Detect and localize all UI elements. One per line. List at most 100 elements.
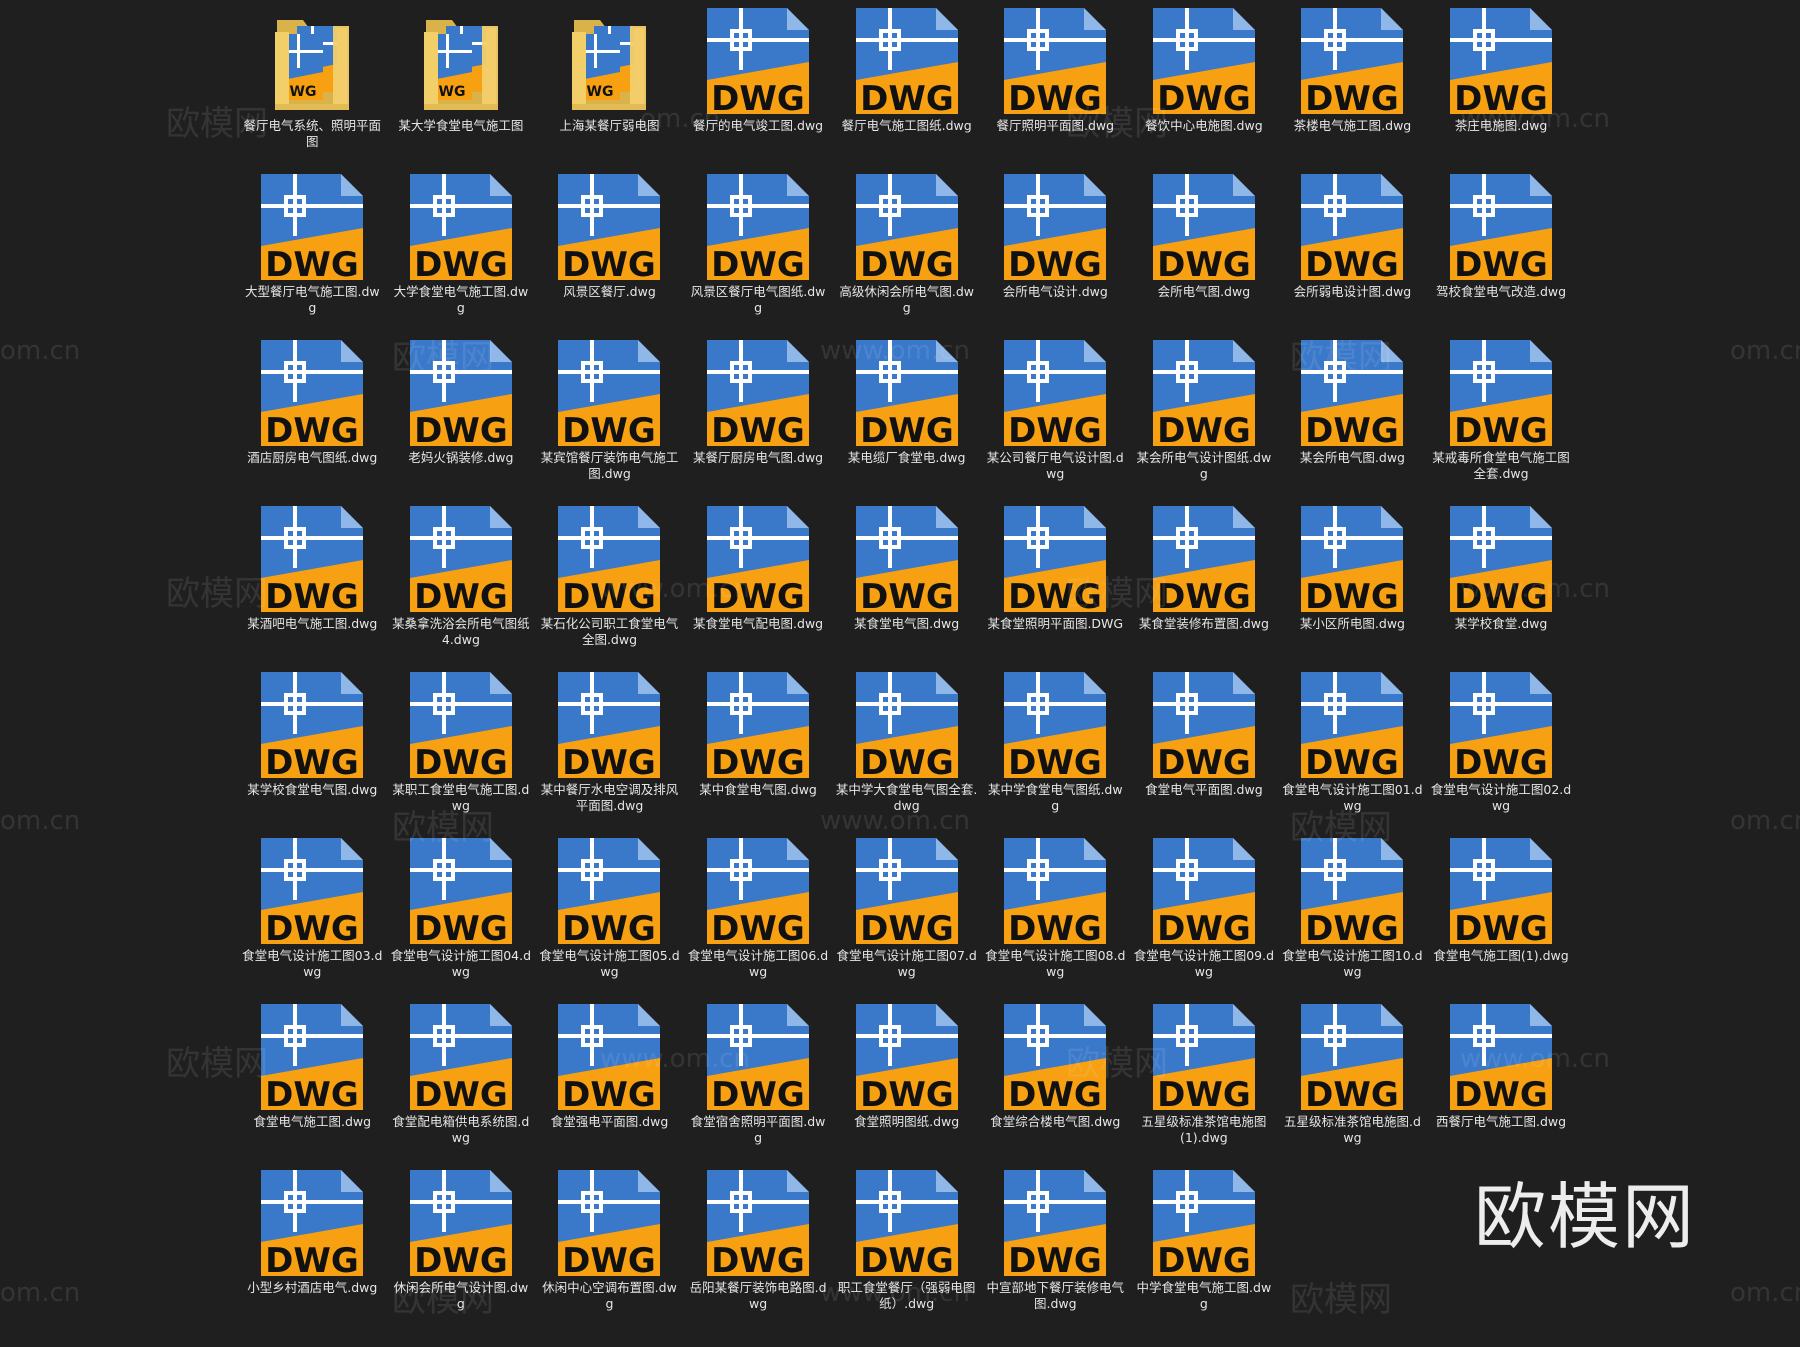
dwg-file-item[interactable]: DWG 某酒吧电气施工图.dwg [238,504,387,670]
dwg-file-item[interactable]: DWG 酒店厨房电气图纸.dwg [238,338,387,504]
file-name-label: 某食堂电气配电图.dwg [693,616,824,631]
dwg-file-item[interactable]: DWG 餐饮中心电施图.dwg [1130,6,1279,172]
dwg-file-item[interactable]: DWG 风景区餐厅电气图纸.dwg [684,172,833,338]
file-name-label: 小型乡村酒店电气.dwg [247,1280,378,1295]
svg-text:DWG: DWG [414,577,508,614]
dwg-file-item[interactable]: DWG 餐厅电气施工图纸.dwg [832,6,981,172]
dwg-file-item[interactable]: DWG 老妈火锅装修.dwg [387,338,536,504]
dwg-file-item[interactable]: DWG 餐厅照明平面图.dwg [981,6,1130,172]
dwg-file-item[interactable]: DWG 某学校食堂.dwg [1427,504,1576,670]
dwg-file-item[interactable]: DWG 五星级标准茶馆电施图(1).dwg [1130,1002,1279,1168]
dwg-file-item[interactable]: DWG 食堂电气施工图.dwg [238,1002,387,1168]
dwg-file-item[interactable]: DWG 某会所电气图.dwg [1278,338,1427,504]
dwg-file-item[interactable]: DWG 餐厅的电气竣工图.dwg [684,6,833,172]
dwg-file-item[interactable]: DWG 休闲会所电气设计图.dwg [387,1168,536,1334]
dwg-file-item[interactable]: DWG 食堂照明图纸.dwg [832,1002,981,1168]
dwg-file-icon: DWG [1297,172,1407,282]
watermark-url: om.cn [1730,806,1800,836]
dwg-file-icon: DWG [1149,670,1259,780]
dwg-file-item[interactable]: DWG 某餐厅厨房电气图.dwg [684,338,833,504]
dwg-file-item[interactable]: DWG 某戒毒所食堂电气施工图全套.dwg [1427,338,1576,504]
dwg-file-item[interactable]: DWG 食堂强电平面图.dwg [535,1002,684,1168]
file-name-label: 食堂综合楼电气图.dwg [990,1114,1121,1129]
dwg-file-item[interactable]: DWG 中宣部地下餐厅装修电气图.dwg [981,1168,1130,1334]
dwg-file-icon: DWG [406,338,516,448]
dwg-file-icon: DWG [1446,670,1556,780]
dwg-file-item[interactable]: DWG 某中餐厅水电空调及排风平面图.dwg [535,670,684,836]
dwg-file-item[interactable]: DWG 某中学食堂电气图纸.dwg [981,670,1130,836]
dwg-file-item[interactable]: DWG 西餐厅电气施工图.dwg [1427,1002,1576,1168]
dwg-file-item[interactable]: DWG 休闲中心空调布置图.dwg [535,1168,684,1334]
svg-text:DWG: DWG [563,909,657,946]
dwg-file-item[interactable]: DWG 食堂配电箱供电系统图.dwg [387,1002,536,1168]
dwg-file-item[interactable]: DWG 某会所电气设计图纸.dwg [1130,338,1279,504]
folder-item[interactable]: WG 上海某餐厅弱电图 [535,6,684,172]
dwg-file-item[interactable]: DWG 驾校食堂电气改造.dwg [1427,172,1576,338]
dwg-file-item[interactable]: DWG 某食堂照明平面图.DWG [981,504,1130,670]
dwg-file-item[interactable]: DWG 中学食堂电气施工图.dwg [1130,1168,1279,1334]
svg-text:DWG: DWG [860,909,954,946]
dwg-file-item[interactable]: DWG 食堂电气设计施工图08.dwg [981,836,1130,1002]
dwg-file-item[interactable]: DWG 食堂电气平面图.dwg [1130,670,1279,836]
dwg-file-item[interactable]: DWG 某电缆厂食堂电.dwg [832,338,981,504]
dwg-file-item[interactable]: DWG 某学校食堂电气图.dwg [238,670,387,836]
dwg-file-item[interactable]: DWG 会所电气设计.dwg [981,172,1130,338]
file-name-label: 风景区餐厅.dwg [563,284,656,299]
dwg-file-item[interactable]: DWG 某公司餐厅电气设计图.dwg [981,338,1130,504]
dwg-file-item[interactable]: DWG 某小区所电图.dwg [1278,504,1427,670]
dwg-file-item[interactable]: DWG 某桑拿洗浴会所电气图纸4.dwg [387,504,536,670]
dwg-file-item[interactable]: DWG 大学食堂电气施工图.dwg [387,172,536,338]
dwg-file-item[interactable]: DWG 食堂电气设计施工图04.dwg [387,836,536,1002]
file-name-label: 大学食堂电气施工图.dwg [393,284,529,315]
dwg-file-item[interactable]: DWG 某宾馆餐厅装饰电气施工图.dwg [535,338,684,504]
dwg-file-item[interactable]: DWG 高级休闲会所电气图.dwg [832,172,981,338]
dwg-file-item[interactable]: DWG 某中食堂电气图.dwg [684,670,833,836]
dwg-file-item[interactable]: DWG 茶楼电气施工图.dwg [1278,6,1427,172]
dwg-file-item[interactable]: DWG 岳阳某餐厅装饰电路图.dwg [684,1168,833,1334]
svg-text:DWG: DWG [414,411,508,448]
dwg-file-item[interactable]: DWG 食堂宿舍照明平面图.dwg [684,1002,833,1168]
dwg-file-item[interactable]: DWG 茶庄电施图.dwg [1427,6,1576,172]
dwg-file-item[interactable]: DWG 小型乡村酒店电气.dwg [238,1168,387,1334]
dwg-file-icon: DWG [1149,338,1259,448]
dwg-file-item[interactable]: DWG 某食堂电气图.dwg [832,504,981,670]
file-name-label: 会所电气图.dwg [1157,284,1251,299]
svg-text:DWG: DWG [711,1241,805,1278]
svg-text:DWG: DWG [711,1075,805,1112]
file-name-label: 某中学食堂电气图纸.dwg [987,782,1123,813]
dwg-file-icon: DWG [1149,1002,1259,1112]
dwg-file-item[interactable]: DWG 职工食堂餐厅（强弱电图纸）.dwg [832,1168,981,1334]
svg-text:WG: WG [290,84,317,100]
dwg-file-item[interactable]: DWG 某石化公司职工食堂电气全图.dwg [535,504,684,670]
file-name-label: 食堂电气设计施工图04.dwg [390,948,532,979]
dwg-file-item[interactable]: DWG 食堂电气设计施工图03.dwg [238,836,387,1002]
dwg-file-item[interactable]: DWG 某中学大食堂电气图全套.dwg [832,670,981,836]
svg-text:DWG: DWG [265,1241,359,1278]
dwg-file-item[interactable]: DWG 五星级标准茶馆电施图.dwg [1278,1002,1427,1168]
dwg-file-icon: DWG [703,6,813,116]
dwg-file-item[interactable]: DWG 会所弱电设计图.dwg [1278,172,1427,338]
file-name-label: 休闲中心空调布置图.dwg [542,1280,677,1311]
dwg-file-item[interactable]: DWG 食堂电气设计施工图01.dwg [1278,670,1427,836]
dwg-file-item[interactable]: DWG 大型餐厅电气施工图.dwg [238,172,387,338]
dwg-file-item[interactable]: DWG 食堂电气设计施工图06.dwg [684,836,833,1002]
dwg-file-item[interactable]: DWG 会所电气图.dwg [1130,172,1279,338]
dwg-file-item[interactable]: DWG 食堂电气设计施工图02.dwg [1427,670,1576,836]
dwg-file-item[interactable]: DWG 某食堂装修布置图.dwg [1130,504,1279,670]
dwg-file-item[interactable]: DWG 某食堂电气配电图.dwg [684,504,833,670]
folder-item[interactable]: WG 餐厅电气系统、照明平面图 [238,6,387,172]
dwg-file-item[interactable]: DWG 食堂电气设计施工图07.dwg [832,836,981,1002]
svg-text:DWG: DWG [1008,909,1102,946]
dwg-file-icon: DWG [1446,836,1556,946]
dwg-file-item[interactable]: DWG 某职工食堂电气施工图.dwg [387,670,536,836]
file-name-label: 某小区所电图.dwg [1299,616,1405,631]
svg-text:DWG: DWG [711,411,805,448]
dwg-file-item[interactable]: DWG 食堂电气设计施工图09.dwg [1130,836,1279,1002]
dwg-file-item[interactable]: DWG 食堂电气设计施工图05.dwg [535,836,684,1002]
dwg-file-item[interactable]: DWG 食堂电气施工图(1).dwg [1427,836,1576,1002]
file-name-label: 某食堂装修布置图.dwg [1138,616,1269,631]
dwg-file-item[interactable]: DWG 食堂电气设计施工图10.dwg [1278,836,1427,1002]
folder-item[interactable]: WG 某大学食堂电气施工图 [387,6,536,172]
dwg-file-item[interactable]: DWG 风景区餐厅.dwg [535,172,684,338]
dwg-file-item[interactable]: DWG 食堂综合楼电气图.dwg [981,1002,1130,1168]
